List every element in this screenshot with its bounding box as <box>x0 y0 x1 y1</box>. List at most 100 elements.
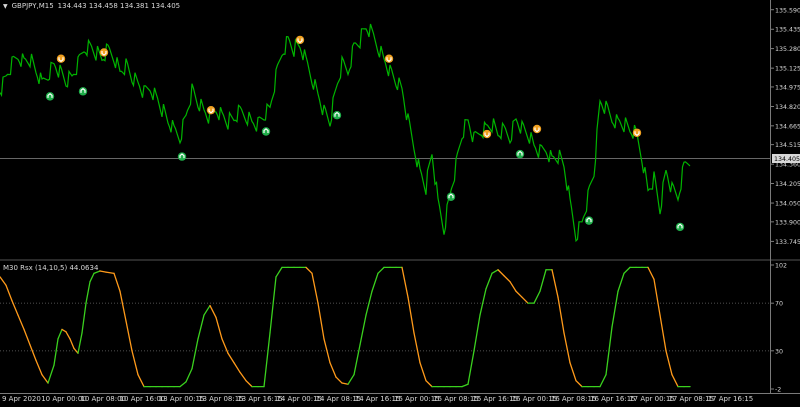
rsx-segment <box>665 350 673 376</box>
rsx-segment <box>461 383 469 388</box>
price-tick-label: 134.665 <box>775 123 800 130</box>
rsx-segment <box>647 266 655 280</box>
rsx-segment <box>65 331 71 340</box>
rsx-segment <box>47 364 55 384</box>
triangle-down-icon[interactable]: ▼ <box>3 3 8 10</box>
rsx-segment <box>179 381 187 388</box>
rsx-segment <box>479 288 487 316</box>
rsx-segment <box>329 362 337 378</box>
price-tick-label: 134.205 <box>775 181 800 188</box>
rsx-segment <box>185 368 193 383</box>
rsx-segment <box>197 314 205 340</box>
rsx-segment <box>69 338 75 350</box>
rsx-segment <box>317 302 325 340</box>
rsx-segment <box>551 269 559 298</box>
price-tick-label: 135.435 <box>775 27 800 34</box>
price-tick-label: 134.515 <box>775 142 800 149</box>
rsx-segment <box>81 302 87 334</box>
chart-title-bar: ▼ GBPJPY,M15 134.443 134.458 134.381 134… <box>3 2 180 10</box>
rsx-segment <box>335 376 343 384</box>
rsx-segment <box>137 374 145 388</box>
rsx-segment <box>23 328 31 346</box>
buy-arrow-icon <box>261 127 271 136</box>
rsx-segment <box>77 332 83 354</box>
rsx-segment <box>425 380 433 388</box>
sell-arrow-icon <box>99 48 109 57</box>
rsx-segment <box>515 290 523 298</box>
rsx-segment <box>401 266 409 298</box>
buy-arrow-icon <box>78 87 88 96</box>
rsx-indicator-chart[interactable] <box>0 261 770 393</box>
rsx-segment <box>203 304 211 316</box>
rsx-segment <box>611 290 619 328</box>
ohlc-values: 134.443 134.458 134.381 134.405 <box>57 2 181 10</box>
rsx-segment <box>623 266 631 274</box>
sell-arrow-icon <box>384 54 394 63</box>
rsx-segment <box>557 296 565 334</box>
time-axis-label: 9 Apr 2020 <box>2 395 41 403</box>
rsx-segment <box>73 347 79 354</box>
buy-arrow-icon <box>675 222 685 232</box>
rsx-segment <box>305 266 313 274</box>
rsx-segment <box>659 314 667 352</box>
price-tick-label: 135.280 <box>775 46 800 53</box>
rsx-segment <box>521 296 529 304</box>
sell-arrow-icon <box>632 128 642 137</box>
price-tick-label: 134.820 <box>775 104 800 111</box>
rsx-segment <box>35 359 43 376</box>
indicator-title: M30 Rsx (14,10,5) 44.0634 <box>3 264 99 272</box>
rsx-segment <box>227 352 235 364</box>
rsx-segment <box>575 380 583 388</box>
rsx-segment <box>503 275 511 283</box>
rsx-segment <box>191 338 199 370</box>
rsx-segment <box>341 382 349 385</box>
rsx-segment <box>233 362 241 373</box>
sell-arrow-icon <box>206 105 216 115</box>
rsx-segment <box>599 374 607 388</box>
rsx-segment <box>539 269 547 292</box>
rsx-segment <box>473 314 481 352</box>
rsx-segment <box>407 296 415 334</box>
rsx-segment <box>671 374 679 388</box>
rsx-segment <box>5 284 13 302</box>
rsx-segment <box>269 276 277 334</box>
buy-arrow-icon <box>45 92 55 101</box>
sell-arrow-icon <box>482 129 492 139</box>
rsx-tick-label: 70 <box>775 301 783 308</box>
rsx-segment <box>371 272 379 292</box>
price-axis-ticks: 135.590 135.435 135.280 135.125 134.975 134.8… <box>771 7 800 246</box>
sell-arrow-icon <box>295 35 305 45</box>
rsx-segment <box>85 281 91 304</box>
rsx-segment <box>125 320 133 352</box>
rsx-segment <box>263 332 271 388</box>
buy-arrow-icon <box>446 192 456 201</box>
rsx-segment <box>419 362 427 382</box>
rsx-segment <box>617 272 625 292</box>
price-tick-label: 134.975 <box>775 84 800 91</box>
rsx-segment <box>131 350 139 376</box>
buy-arrow-icon <box>177 152 187 161</box>
rsx-segment <box>215 316 223 340</box>
price-chart[interactable] <box>0 0 770 259</box>
rsx-segment <box>29 344 37 362</box>
rsx-series <box>0 266 691 388</box>
price-tick-label: 133.900 <box>775 219 800 226</box>
rsx-segment <box>485 272 493 290</box>
rsx-segment <box>17 314 25 331</box>
rsx-segment <box>275 266 283 278</box>
buy-arrow-icon <box>332 110 342 120</box>
rsx-segment <box>41 374 49 384</box>
rsx-tick-label: 30 <box>775 348 783 355</box>
sell-arrow-icon <box>56 54 66 63</box>
rsx-segment <box>467 350 475 385</box>
rsx-segment <box>653 278 661 316</box>
price-tick-label: 135.125 <box>775 66 800 73</box>
rsx-segment <box>99 270 107 273</box>
rsx-segment <box>533 290 541 304</box>
price-tick-label: 135.590 <box>775 7 800 14</box>
rsx-segment <box>497 269 505 277</box>
price-axis[interactable]: 135.590 135.435 135.280 135.125 134.975 134.8… <box>770 0 800 393</box>
rsx-tick-label: 102 <box>775 263 787 270</box>
rsx-segment <box>245 380 253 388</box>
buy-arrow-icon <box>584 216 594 225</box>
